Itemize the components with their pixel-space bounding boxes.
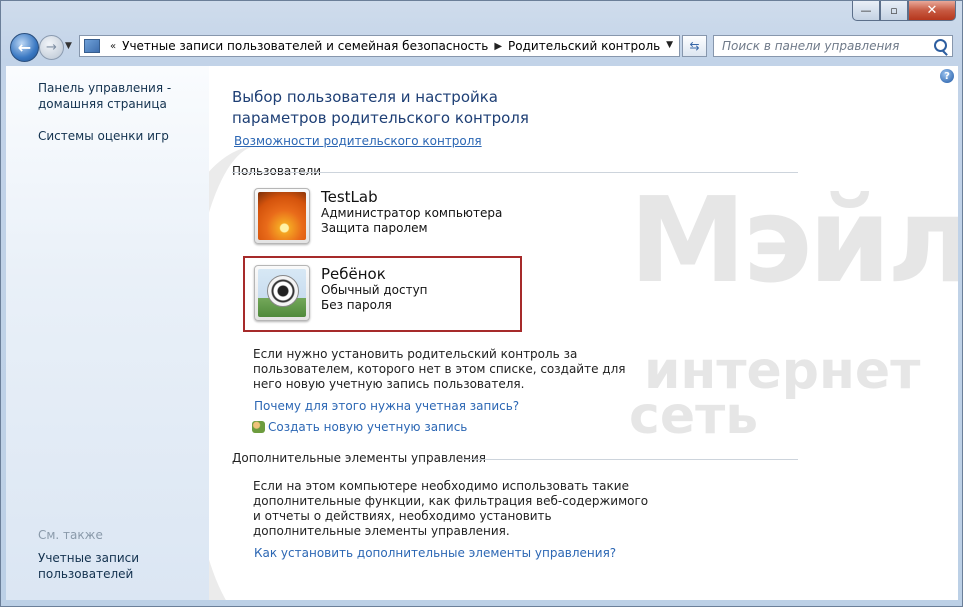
address-bar[interactable]: « Учетные записи пользователей и семейна… bbox=[79, 35, 680, 57]
create-account-link[interactable]: Создать новую учетную запись bbox=[252, 420, 467, 434]
recent-pages-dropdown[interactable]: ▼ bbox=[65, 41, 72, 51]
user-name: TestLab bbox=[321, 188, 378, 206]
control-panel-window: — ▫ ✕ ← → ▼ « Учетные записи пользовател… bbox=[0, 0, 963, 607]
navigation-bar: ← → ▼ « Учетные записи пользователей и с… bbox=[1, 29, 963, 65]
user-info: TestLab Администратор компьютера Защита … bbox=[321, 188, 502, 236]
watermark-text: интернет bbox=[644, 341, 921, 401]
minimize-button[interactable]: — bbox=[852, 1, 880, 21]
avatar bbox=[254, 265, 310, 321]
info-text: Если нужно установить родительский контр… bbox=[253, 347, 626, 391]
maximize-button[interactable]: ▫ bbox=[880, 1, 908, 21]
see-also-label: См. также bbox=[38, 528, 103, 542]
help-icon[interactable]: ? bbox=[940, 69, 954, 83]
users-icon bbox=[252, 421, 265, 433]
chevron-left-double-icon[interactable]: « bbox=[110, 41, 116, 52]
control-panel-icon bbox=[84, 39, 100, 53]
search-placeholder: Поиск в панели управления bbox=[722, 39, 900, 53]
divider bbox=[232, 172, 798, 173]
create-account-label: Создать новую учетную запись bbox=[268, 420, 468, 434]
main-content: Мэйл интернет сеть ? Выбор пользователя … bbox=[209, 66, 958, 600]
chevron-right-icon[interactable]: ▶ bbox=[494, 41, 502, 52]
user-tile-testlab[interactable]: TestLab Администратор компьютера Защита … bbox=[254, 188, 502, 244]
user-tile-child[interactable]: Ребёнок Обычный доступ Без пароля bbox=[254, 265, 428, 321]
soccer-ball-avatar-icon bbox=[258, 269, 306, 317]
parental-control-features-link[interactable]: Возможности родительского контроля bbox=[234, 134, 482, 148]
sidebar-game-ratings-link[interactable]: Системы оценки игр bbox=[38, 128, 169, 144]
arrow-left-icon: ← bbox=[17, 38, 32, 57]
search-icon[interactable] bbox=[934, 39, 947, 52]
why-account-link[interactable]: Почему для этого нужна учетная запись? bbox=[254, 399, 519, 413]
watermark-text: сеть bbox=[629, 386, 759, 446]
breadcrumb-item-current[interactable]: Родительский контроль bbox=[508, 39, 660, 53]
extra-controls-text: Если на этом компьютере необходимо испол… bbox=[253, 479, 649, 538]
window-controls: — ▫ ✕ bbox=[852, 1, 956, 21]
arrow-right-icon: → bbox=[46, 40, 57, 55]
search-input[interactable]: Поиск в панели управления bbox=[713, 35, 953, 57]
user-info: Ребёнок Обычный доступ Без пароля bbox=[321, 265, 428, 313]
sidebar-user-accounts-link[interactable]: Учетные записи пользователей bbox=[38, 550, 148, 582]
sidebar: Панель управления - домашняя страница Си… bbox=[6, 66, 209, 600]
user-role: Обычный доступ bbox=[321, 283, 428, 297]
back-button[interactable]: ← bbox=[10, 33, 39, 62]
user-name: Ребёнок bbox=[321, 265, 386, 283]
install-extra-controls-link[interactable]: Как установить дополнительные элементы у… bbox=[254, 546, 616, 560]
flower-avatar-icon bbox=[258, 192, 306, 240]
sidebar-home-link[interactable]: Панель управления - домашняя страница bbox=[38, 80, 188, 112]
user-password-status: Защита паролем bbox=[321, 221, 428, 235]
breadcrumb-item[interactable]: Учетные записи пользователей и семейная … bbox=[122, 39, 488, 53]
refresh-icon: ⇆ bbox=[689, 39, 700, 53]
close-button[interactable]: ✕ bbox=[908, 1, 956, 21]
watermark-text: Мэйл bbox=[629, 171, 958, 309]
forward-button[interactable]: → bbox=[39, 35, 64, 60]
avatar bbox=[254, 188, 310, 244]
user-password-status: Без пароля bbox=[321, 298, 392, 312]
extra-controls-section-label: Дополнительные элементы управления bbox=[232, 451, 486, 465]
users-section-label: Пользователи bbox=[232, 164, 322, 178]
divider bbox=[461, 459, 798, 460]
refresh-button[interactable]: ⇆ bbox=[682, 35, 707, 57]
page-title: Выбор пользователя и настройка параметро… bbox=[232, 88, 529, 127]
address-dropdown-icon[interactable]: ▼ bbox=[666, 40, 673, 50]
user-role: Администратор компьютера bbox=[321, 206, 503, 220]
